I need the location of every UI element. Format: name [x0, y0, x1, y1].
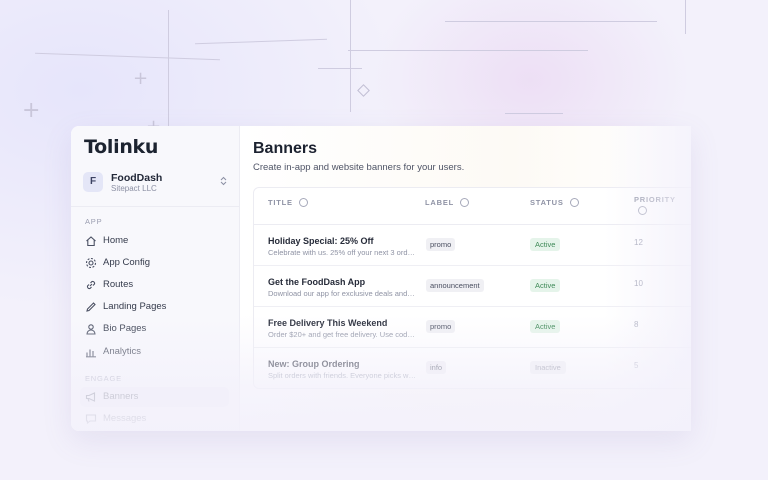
priority-value: 12	[634, 238, 643, 247]
page-subtitle: Create in-app and website banners for yo…	[253, 162, 465, 173]
decorative-line	[350, 0, 351, 112]
link-icon	[86, 280, 96, 290]
sidebar-item-label: Analytics	[103, 346, 142, 357]
info-icon[interactable]	[298, 197, 308, 207]
column-header-label[interactable]: LABEL	[425, 197, 469, 208]
sidebar-item-banners[interactable]: Banners	[80, 387, 229, 407]
column-header-priority[interactable]: PRIORITY	[634, 194, 676, 216]
sidebar-item-label: Bio Pages	[103, 323, 147, 334]
decorative-line	[35, 52, 220, 61]
message-icon	[85, 414, 97, 425]
decorative-line	[195, 38, 327, 45]
sidebar-item-home[interactable]: Home	[80, 231, 229, 251]
info-icon[interactable]	[638, 205, 647, 215]
priority-value: 10	[634, 279, 643, 288]
section-label-engage: ENGAGE	[85, 374, 122, 383]
pen-icon	[86, 302, 96, 312]
gear-icon	[85, 257, 97, 269]
banner-title: Get the FoodDash App	[268, 277, 366, 287]
sidebar-item-label: Home	[103, 235, 129, 246]
org-switcher[interactable]: F FoodDash Sitepact LLC	[83, 170, 229, 196]
sidebar-item-label: Landing Pages	[103, 301, 167, 312]
status-badge: Active	[530, 279, 561, 292]
info-icon[interactable]	[460, 197, 469, 207]
sidebar-item-app-config[interactable]: App Config	[80, 253, 229, 273]
diamond-decoration-icon	[357, 84, 370, 97]
divider	[71, 206, 239, 207]
main-content: Banners Create in-app and website banner…	[240, 126, 691, 431]
decorative-line	[685, 0, 686, 34]
column-header-label: STATUS	[530, 198, 564, 207]
label-badge: promo	[426, 320, 456, 333]
column-header-status[interactable]: STATUS	[530, 197, 579, 208]
banner-description: Order $20+ and get free delivery. Use co…	[268, 330, 416, 339]
table-row[interactable]: Free Delivery This Weekend Order $20+ an…	[254, 307, 691, 348]
banner-description: Download our app for exclusive deals and…	[268, 289, 416, 298]
banner-title: New: Group Ordering	[268, 359, 360, 369]
status-badge: Active	[530, 320, 561, 333]
sidebar-item-landing-pages[interactable]: Landing Pages	[80, 297, 229, 317]
banner-description: Split orders with friends. Everyone pick…	[268, 371, 416, 380]
column-header-label: PRIORITY	[634, 195, 676, 204]
label-badge: info	[426, 361, 447, 374]
decorative-line	[348, 50, 588, 51]
label-badge: announcement	[426, 279, 484, 292]
label-badge: promo	[426, 238, 456, 251]
banner-title: Free Delivery This Weekend	[268, 318, 388, 328]
sidebar-item-label: Routes	[103, 279, 134, 290]
sidebar-item-routes[interactable]: Routes	[80, 275, 229, 295]
decorative-line	[168, 10, 169, 135]
column-header-label: TITLE	[268, 198, 293, 207]
banner-description: Celebrate with us. 25% off your next 3 o…	[268, 248, 416, 257]
home-icon	[86, 236, 96, 247]
user-icon	[86, 324, 96, 335]
info-icon[interactable]	[569, 197, 579, 207]
chevron-updown-icon	[220, 176, 227, 188]
sidebar-item-analytics[interactable]: Analytics	[80, 342, 229, 362]
status-badge: Inactive	[530, 361, 566, 374]
column-header-label: LABEL	[425, 198, 454, 207]
sidebar-item-label: Messages	[103, 413, 147, 424]
decorative-line	[505, 113, 563, 114]
banners-table: TITLE LABEL STATUS PRIORITY Holiday Spec…	[253, 187, 691, 389]
section-label-app: APP	[85, 217, 103, 226]
sidebar-item-messages[interactable]: Messages	[80, 409, 229, 429]
org-avatar: F	[83, 172, 103, 192]
org-company: Sitepact LLC	[111, 184, 157, 193]
table-row[interactable]: Get the FoodDash App Download our app fo…	[254, 266, 691, 307]
decorative-line	[318, 68, 362, 69]
org-name: FoodDash	[111, 172, 163, 184]
plus-decoration-icon: +	[133, 68, 149, 89]
decorative-line	[445, 21, 657, 22]
table-row[interactable]: Holiday Special: 25% Off Celebrate with …	[254, 225, 691, 266]
status-badge: Active	[530, 238, 561, 251]
plus-decoration-icon: +	[22, 98, 41, 123]
brand-logo[interactable]: Tolinku	[84, 136, 158, 158]
sidebar-item-label: App Config	[103, 257, 151, 268]
page-title: Banners	[253, 140, 318, 157]
bar-chart-icon	[86, 349, 96, 358]
megaphone-icon	[85, 392, 96, 402]
priority-value: 5	[634, 361, 639, 370]
sidebar-item-label: Banners	[103, 391, 139, 402]
column-header-title[interactable]: TITLE	[268, 197, 308, 208]
sidebar: Tolinku F FoodDash Sitepact LLC APP Home…	[71, 126, 240, 431]
sidebar-item-bio-pages[interactable]: Bio Pages	[80, 319, 229, 339]
app-window: Tolinku F FoodDash Sitepact LLC APP Home…	[71, 126, 691, 431]
priority-value: 8	[634, 320, 639, 329]
banner-title: Holiday Special: 25% Off	[268, 236, 374, 246]
table-row[interactable]: New: Group Ordering Split orders with fr…	[254, 348, 691, 388]
